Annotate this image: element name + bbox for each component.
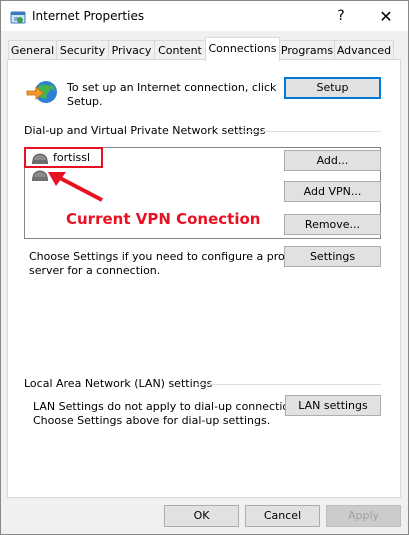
add-vpn-button[interactable]: Add VPN... [284, 181, 381, 202]
add-button-label: Add... [316, 154, 349, 167]
settings-button[interactable]: Settings [284, 246, 381, 267]
settings-button-label: Settings [309, 250, 356, 263]
proxy-description-line1: Choose Settings if you need to configure… [29, 250, 298, 263]
setup-description-line2: Setup. [67, 95, 103, 108]
setup-button[interactable]: Setup [284, 77, 381, 99]
add-button[interactable]: Add... [284, 150, 381, 171]
lan-heading-divider [197, 384, 381, 385]
setup-description-line1: To set up an Internet connection, click [67, 81, 277, 94]
remove-button[interactable]: Remove... [284, 214, 381, 235]
cancel-button-label: Cancel [263, 509, 302, 522]
lan-settings-button[interactable]: LAN settings [285, 395, 381, 416]
setup-button-label: Setup [316, 81, 349, 94]
add-vpn-button-label: Add VPN... [303, 185, 362, 198]
lan-heading: Local Area Network (LAN) settings [24, 377, 213, 390]
annotation-label: Current VPN Conection [66, 210, 261, 228]
annotation-arrow-icon [48, 172, 103, 202]
annotation-highlight-box [24, 147, 103, 168]
lan-description-line1: LAN Settings do not apply to dial-up con… [33, 400, 306, 413]
cancel-button[interactable]: Cancel [245, 505, 320, 527]
proxy-description-line2: server for a connection. [29, 264, 161, 277]
remove-button-label: Remove... [304, 218, 361, 231]
apply-button-label: Apply [347, 509, 380, 522]
globe-setup-icon [26, 78, 60, 108]
ok-button-label: OK [193, 509, 210, 522]
dialup-heading-divider [237, 131, 381, 132]
ok-button[interactable]: OK [164, 505, 239, 527]
lan-settings-button-label: LAN settings [298, 399, 368, 412]
dialup-heading: Dial-up and Virtual Private Network sett… [24, 124, 266, 137]
lan-description-line2: Choose Settings above for dial-up settin… [33, 414, 271, 427]
apply-button[interactable]: Apply [326, 505, 401, 527]
